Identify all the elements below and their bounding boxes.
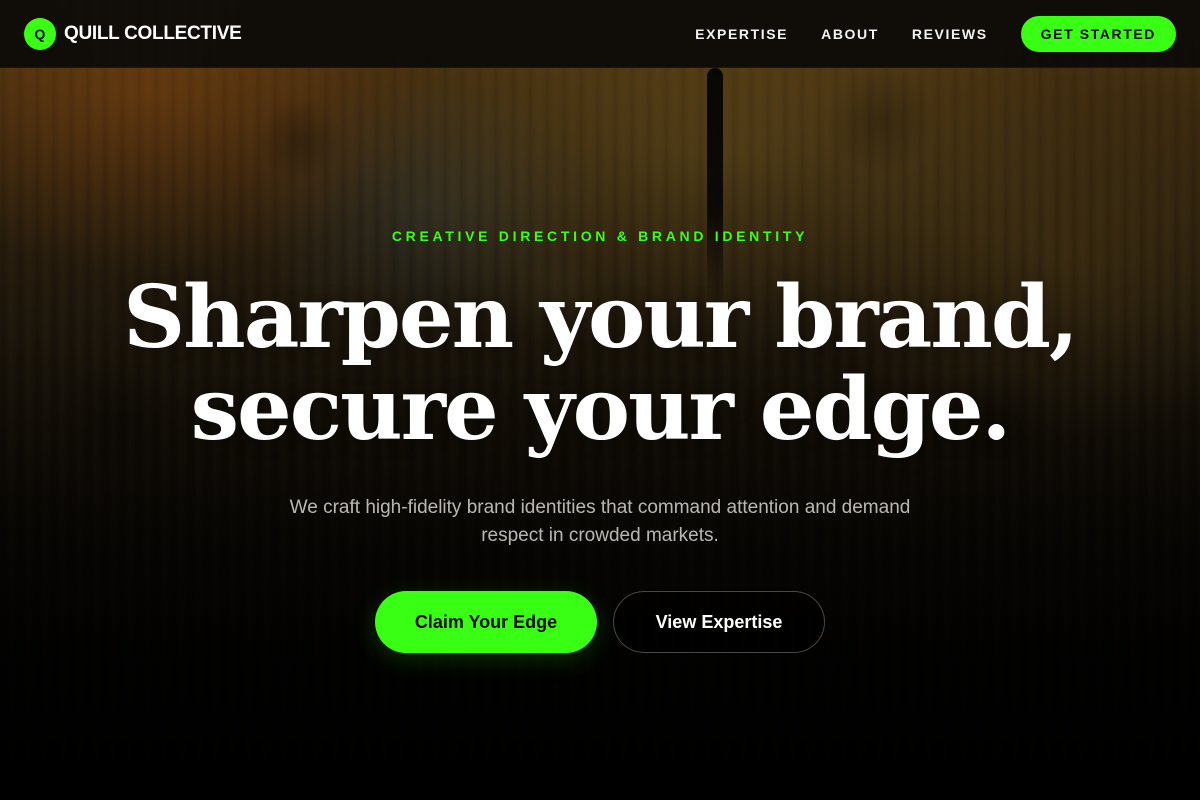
top-navbar: Q QUILL COLLECTIVE EXPERTISE ABOUT REVIE… bbox=[0, 0, 1200, 68]
brand-name: QUILL COLLECTIVE bbox=[64, 22, 242, 44]
hero-headline-line-1: Sharpen your brand, bbox=[123, 267, 1079, 368]
nav-links: EXPERTISE ABOUT REVIEWS bbox=[695, 26, 988, 42]
nav-link-reviews[interactable]: REVIEWS bbox=[912, 26, 988, 42]
hero-headline: Sharpen your brand, secure your edge. bbox=[0, 272, 1200, 456]
brand-logo-icon: Q bbox=[24, 17, 56, 50]
hero-eyebrow: CREATIVE DIRECTION & BRAND IDENTITY bbox=[391, 228, 809, 244]
hero-subtitle: We craft high-fidelity brand identities … bbox=[289, 497, 911, 546]
get-started-button[interactable]: GET STARTED bbox=[1020, 15, 1176, 52]
hero-section: CREATIVE DIRECTION & BRAND IDENTITY Shar… bbox=[0, 0, 1200, 800]
claim-your-edge-button[interactable]: Claim Your Edge bbox=[375, 591, 597, 653]
main-navigation: EXPERTISE ABOUT REVIEWS GET STARTED bbox=[695, 15, 1176, 52]
brand-logo-link[interactable]: Q QUILL COLLECTIVE bbox=[24, 17, 242, 50]
hero-actions: Claim Your Edge View Expertise bbox=[0, 591, 1200, 653]
view-expertise-button[interactable]: View Expertise bbox=[613, 591, 825, 653]
nav-link-about[interactable]: ABOUT bbox=[821, 26, 879, 42]
hero-headline-line-2: secure your edge. bbox=[190, 359, 1012, 460]
nav-link-expertise[interactable]: EXPERTISE bbox=[695, 26, 788, 42]
